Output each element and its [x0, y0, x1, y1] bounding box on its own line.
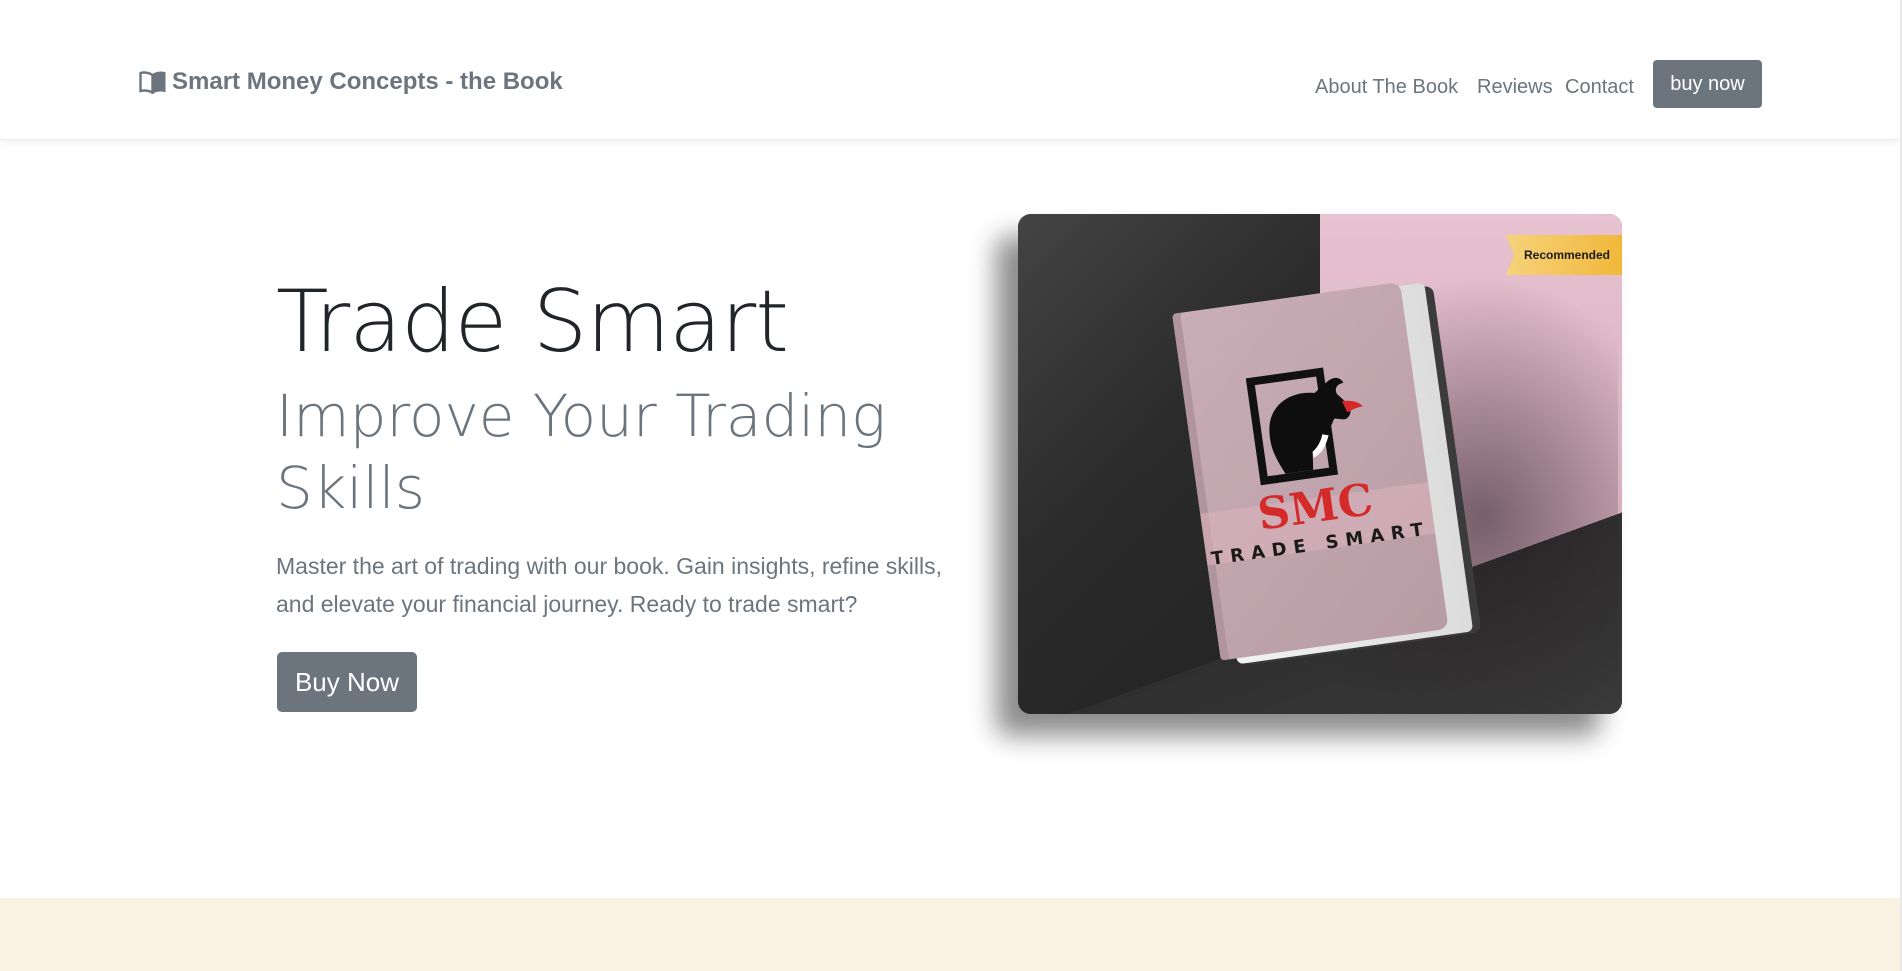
- brand-link[interactable]: Smart Money Concepts - the Book: [139, 68, 563, 96]
- book-image-card: SMC TRADE SMART Recommended: [1018, 214, 1622, 714]
- book-illustration: SMC TRADE SMART: [1172, 278, 1484, 700]
- nav-link-reviews[interactable]: Reviews: [1477, 76, 1553, 99]
- book-open-icon: [139, 71, 166, 94]
- next-section-band: [0, 898, 1900, 971]
- hero-title: Trade Smart: [276, 272, 789, 372]
- nav-link-about[interactable]: About The Book: [1315, 76, 1458, 99]
- hero-description: Master the art of trading with our book.…: [276, 553, 943, 617]
- brand-label: Smart Money Concepts - the Book: [172, 68, 563, 95]
- bull-logo-icon: [1245, 367, 1363, 486]
- hero-buy-now-button[interactable]: Buy Now: [277, 652, 417, 712]
- nav-buy-now-button[interactable]: buy now: [1653, 60, 1762, 108]
- recommended-ribbon: Recommended: [1506, 235, 1622, 275]
- top-navbar: Smart Money Concepts - the Book About Th…: [0, 0, 1900, 140]
- book-front-cover: SMC TRADE SMART: [1172, 281, 1449, 661]
- nav-link-contact[interactable]: Contact: [1565, 76, 1634, 99]
- hero-subtitle: Improve Your Trading Skills: [276, 382, 886, 522]
